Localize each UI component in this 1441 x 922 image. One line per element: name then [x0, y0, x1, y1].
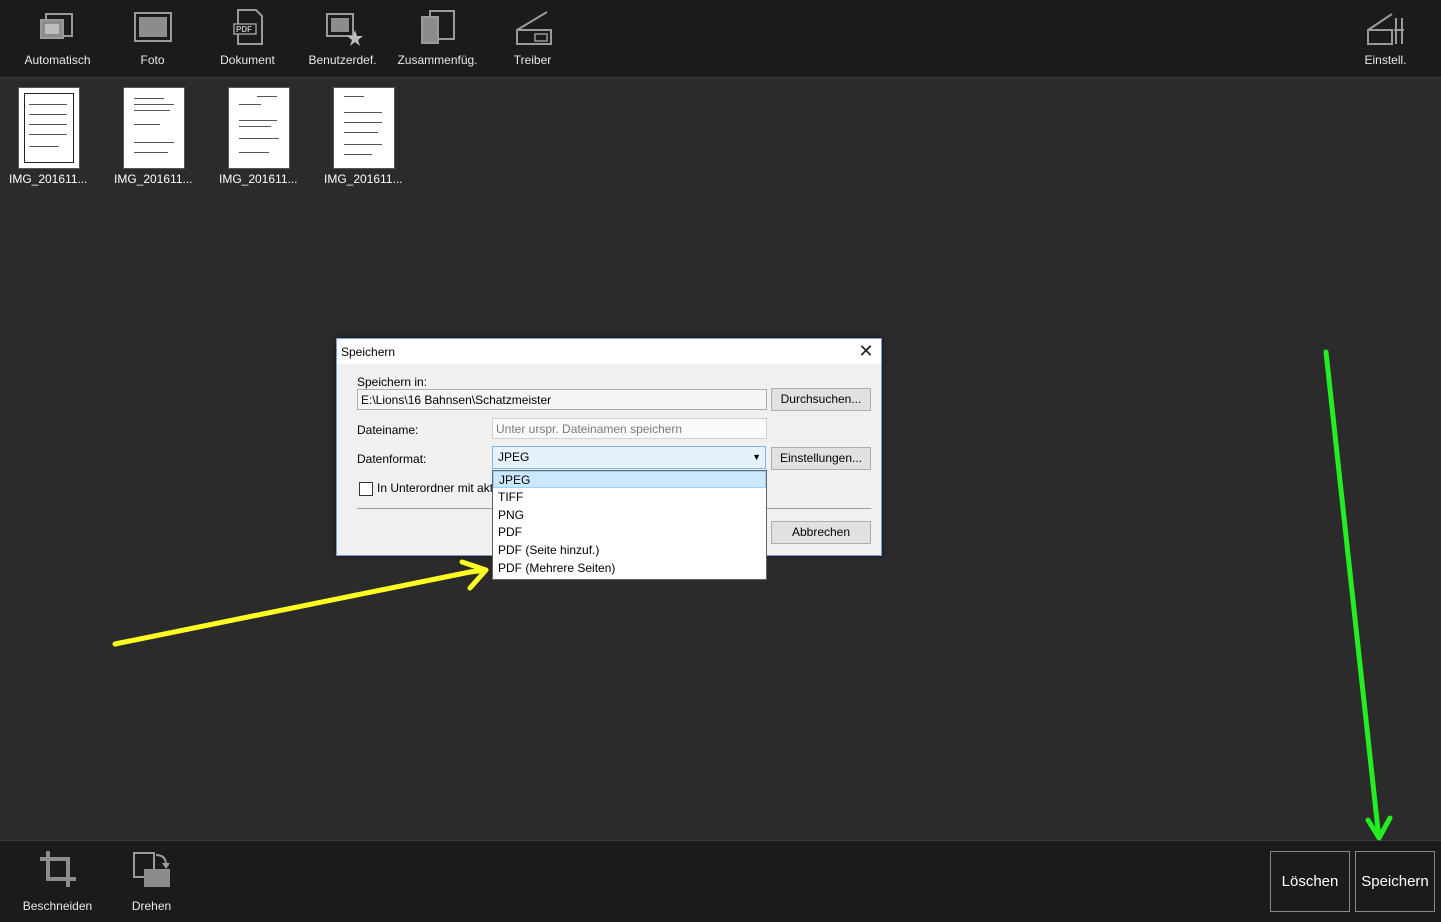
- thumbnail-caption: IMG_201611...: [324, 172, 403, 186]
- top-toolbar: Automatisch Foto PDF Dokument Benutzerde…: [0, 0, 1441, 78]
- toolbar-benutzerdef[interactable]: Benutzerdef.: [295, 0, 390, 77]
- custom-star-icon: [325, 13, 363, 46]
- toolbar-label: Automatisch: [24, 53, 91, 67]
- subfolder-label: In Unterordner mit akt: [377, 481, 494, 495]
- crop-icon: [39, 851, 76, 887]
- format-label: Datenformat:: [357, 452, 427, 466]
- format-select[interactable]: JPEG ▼: [492, 446, 766, 469]
- thumbnail-image: [228, 87, 290, 169]
- rotate-label: Drehen: [131, 899, 172, 913]
- photo-icon: [133, 12, 172, 42]
- auto-scan-icon: [39, 13, 73, 39]
- save-button[interactable]: Speichern: [1355, 851, 1435, 912]
- filename-input[interactable]: Unter urspr. Dateinamen speichern: [492, 418, 767, 439]
- crop-button[interactable]: Beschneiden: [10, 841, 105, 922]
- toolbar-automatisch[interactable]: Automatisch: [10, 0, 105, 77]
- crop-label: Beschneiden: [22, 899, 93, 913]
- yellow-arrowhead: [459, 559, 489, 591]
- thumbnail-image: [18, 87, 80, 169]
- subfolder-checkbox[interactable]: [359, 482, 373, 496]
- thumbnail-item[interactable]: IMG_201611...: [219, 87, 319, 188]
- filename-label: Dateiname:: [357, 423, 419, 437]
- thumbnail-item[interactable]: IMG_201611...: [9, 87, 109, 188]
- toolbar-label: Einstell.: [1364, 53, 1407, 67]
- format-option-jpeg[interactable]: JPEG: [493, 471, 766, 488]
- format-option-pdf-multi-page[interactable]: PDF (Mehrere Seiten): [493, 560, 766, 577]
- toolbar-label: Dokument: [220, 53, 275, 67]
- format-option-pdf[interactable]: PDF: [493, 524, 766, 541]
- thumbnail-caption: IMG_201611...: [219, 172, 298, 186]
- format-option-tiff[interactable]: TIFF: [493, 489, 766, 506]
- green-arrowhead: [1365, 815, 1393, 841]
- toolbar-label: Benutzerdef.: [308, 53, 377, 67]
- scanner-driver-icon: [515, 11, 552, 45]
- toolbar-label: Foto: [140, 53, 165, 67]
- thumbnail-image: [123, 87, 185, 169]
- toolbar-dokument[interactable]: PDF Dokument: [200, 0, 295, 77]
- format-settings-button[interactable]: Einstellungen...: [771, 447, 871, 470]
- toolbar-label: Zusammenfüg.: [397, 53, 478, 67]
- thumbnail-image: [333, 87, 395, 169]
- green-arrow: [1323, 349, 1381, 833]
- format-option-pdf-add-page[interactable]: PDF (Seite hinzuf.): [493, 542, 766, 559]
- dialog-titlebar[interactable]: Speichern ✕: [337, 339, 881, 364]
- cancel-button[interactable]: Abbrechen: [771, 521, 871, 544]
- close-icon[interactable]: ✕: [851, 339, 881, 364]
- pdf-document-icon: PDF: [232, 9, 263, 45]
- thumbnail-caption: IMG_201611...: [114, 172, 193, 186]
- save-in-path-field[interactable]: E:\Lions\16 Bahnsen\Schatzmeister: [357, 389, 767, 410]
- rotate-icon: [132, 852, 170, 887]
- merge-icon: [420, 10, 455, 44]
- format-option-png[interactable]: PNG: [493, 507, 766, 524]
- toolbar-zusammenfueg[interactable]: Zusammenfüg.: [390, 0, 485, 77]
- chevron-down-icon: ▼: [752, 452, 761, 462]
- toolbar-label: Treiber: [513, 53, 552, 67]
- thumbnail-item[interactable]: IMG_201611...: [114, 87, 214, 188]
- delete-button[interactable]: Löschen: [1270, 851, 1350, 912]
- dialog-title: Speichern: [341, 345, 396, 359]
- format-dropdown-list: JPEG TIFF PNG PDF PDF (Seite hinzuf.) PD…: [492, 470, 767, 580]
- thumbnail-caption: IMG_201611...: [9, 172, 88, 186]
- bottom-toolbar: Beschneiden Drehen Löschen Speichern: [0, 840, 1441, 922]
- save-in-label: Speichern in:: [357, 375, 428, 389]
- browse-button[interactable]: Durchsuchen...: [771, 388, 871, 411]
- yellow-arrow: [112, 569, 473, 647]
- thumbnail-item[interactable]: IMG_201611...: [324, 87, 424, 188]
- rotate-button[interactable]: Drehen: [104, 841, 199, 922]
- toolbar-einstell[interactable]: Einstell.: [1338, 0, 1433, 77]
- toolbar-foto[interactable]: Foto: [105, 0, 200, 77]
- format-selected-value: JPEG: [498, 450, 530, 464]
- toolbar-treiber[interactable]: Treiber: [485, 0, 580, 77]
- svg-text:PDF: PDF: [236, 25, 252, 34]
- settings-tools-icon: [1366, 13, 1404, 45]
